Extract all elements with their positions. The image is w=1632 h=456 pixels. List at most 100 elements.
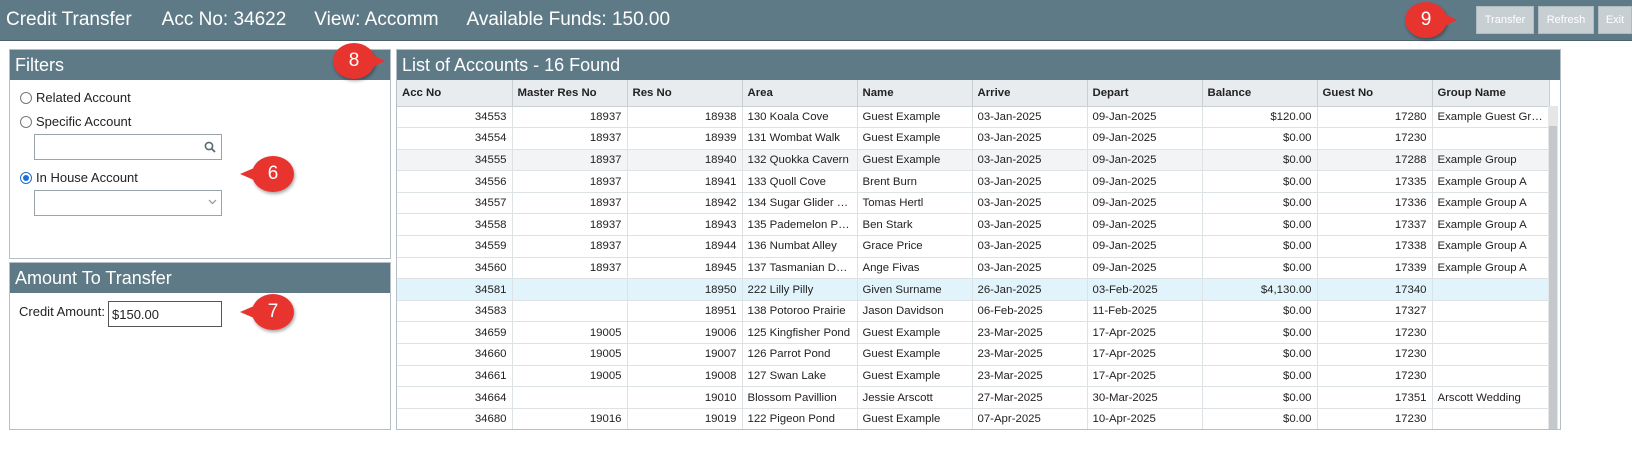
table-cell: 17335: [1317, 170, 1433, 193]
column-header[interactable]: Depart: [1087, 80, 1203, 107]
column-header[interactable]: Balance: [1202, 80, 1318, 107]
table-cell: 18950: [627, 278, 743, 301]
transfer-button[interactable]: Transfer: [1476, 6, 1534, 34]
column-header[interactable]: Area: [742, 80, 858, 107]
table-cell: Guest Example: [857, 365, 973, 388]
callout-number: 7: [267, 301, 279, 322]
callout-6: 6: [240, 156, 294, 192]
table-row[interactable]: 34680 19016 19019 122 Pigeon Pond Guest Exam…: [397, 408, 1550, 429]
table-row[interactable]: 34660 19005 19007 126 Parrot Pond Guest Exam…: [397, 343, 1550, 366]
callout-number: 8: [348, 50, 360, 71]
refresh-button[interactable]: Refresh: [1538, 6, 1594, 34]
table-cell: 133 Quoll Cove: [742, 170, 858, 193]
table-cell: 17-Apr-2025: [1087, 365, 1203, 388]
table-cell: 09-Jan-2025: [1087, 170, 1203, 193]
radio-button[interactable]: [20, 91, 32, 104]
search-icon[interactable]: [204, 141, 216, 153]
table-cell: 17340: [1317, 278, 1433, 301]
in-house-account-select[interactable]: [34, 190, 222, 216]
table-cell: 19008: [627, 365, 743, 388]
column-header[interactable]: Group Name: [1432, 80, 1550, 107]
table-cell: 125 Kingfisher Pond: [742, 321, 858, 345]
column-header[interactable]: Guest No: [1317, 80, 1433, 107]
callout-7: 7: [240, 294, 294, 330]
table-cell: 17230: [1317, 127, 1433, 150]
table-cell: 03-Jan-2025: [972, 213, 1088, 237]
table-cell: [1432, 408, 1550, 429]
table-row[interactable]: 34581 18950 222 Lilly Pilly Given Surname 26…: [397, 278, 1550, 301]
table-cell: 18937: [512, 127, 628, 150]
table-row[interactable]: 34558 18937 18943 135 Pademelon Post Ben Sta…: [397, 213, 1550, 237]
view-label: View: Accomm: [314, 9, 439, 30]
radio-button-selected[interactable]: [20, 171, 32, 184]
callout-number: 9: [1420, 9, 1432, 30]
table-cell: [1432, 127, 1550, 150]
table-cell: 34557: [397, 192, 513, 215]
table-cell: 03-Jan-2025: [972, 106, 1088, 129]
table-cell: [1432, 343, 1550, 366]
vertical-scrollbar[interactable]: [1548, 106, 1558, 429]
table-cell: [1432, 321, 1550, 345]
table-cell: 135 Pademelon Post: [742, 213, 858, 237]
table-row[interactable]: 34659 19005 19006 125 Kingfisher Pond Guest …: [397, 321, 1550, 345]
table-cell: 18937: [512, 257, 628, 280]
table-cell: Arscott Wedding: [1432, 386, 1550, 409]
table-cell: 17230: [1317, 365, 1433, 388]
table-row[interactable]: 34554 18937 18939 131 Wombat Walk Guest Exam…: [397, 127, 1550, 150]
table-row[interactable]: 34661 19005 19008 127 Swan Lake Guest Exampl…: [397, 365, 1550, 388]
table-row[interactable]: 34664 19010 Blossom Pavillion Jessie Arscot…: [397, 386, 1550, 409]
table-row[interactable]: 34555 18937 18940 132 Quokka Cavern Guest Ex…: [397, 149, 1550, 172]
exit-button[interactable]: Exit: [1598, 6, 1632, 34]
table-cell: 19005: [512, 343, 628, 366]
table-cell: 03-Jan-2025: [972, 257, 1088, 280]
table-cell: Brent Burn: [857, 170, 973, 193]
table-cell: 18939: [627, 127, 743, 150]
table-cell: 222 Lilly Pilly: [742, 278, 858, 301]
table-cell: 07-Apr-2025: [972, 408, 1088, 429]
table-cell: 34553: [397, 106, 513, 129]
table-row[interactable]: 34557 18937 18942 134 Sugar Glider Str... To…: [397, 192, 1550, 215]
table-cell: 34660: [397, 343, 513, 366]
table-cell: [512, 278, 628, 301]
table-cell: 17337: [1317, 213, 1433, 237]
table-cell: 34659: [397, 321, 513, 345]
table-row[interactable]: 34553 18937 18938 130 Koala Cove Guest Examp…: [397, 106, 1550, 129]
column-header[interactable]: Arrive: [972, 80, 1088, 107]
radio-button[interactable]: [20, 115, 32, 128]
table-cell: 06-Feb-2025: [972, 300, 1088, 323]
column-header[interactable]: Res No: [627, 80, 743, 107]
table-cell: 23-Mar-2025: [972, 321, 1088, 345]
account-number: Acc No: 34622: [161, 9, 287, 30]
accounts-panel: List of Accounts - 16 Found Acc No Master…: [396, 49, 1561, 430]
accounts-header: List of Accounts - 16 Found: [397, 50, 1560, 80]
callout-pointer: [373, 55, 385, 67]
table-cell: 30-Mar-2025: [1087, 386, 1203, 409]
scrollbar-thumb[interactable]: [1549, 126, 1557, 429]
table-row[interactable]: 34560 18937 18945 137 Tasmanian Devi... Ange…: [397, 257, 1550, 280]
table-row[interactable]: 34559 18937 18944 136 Numbat Alley Grace Pri…: [397, 235, 1550, 258]
table-cell: 34560: [397, 257, 513, 280]
table-row[interactable]: 34556 18937 18941 133 Quoll Cove Brent Burn 0…: [397, 170, 1550, 193]
related-account-option[interactable]: Related Account: [20, 90, 131, 105]
table-cell: $0.00: [1202, 343, 1318, 366]
table-cell: Example Group A: [1432, 213, 1550, 237]
column-header[interactable]: Master Res No: [512, 80, 628, 107]
table-row[interactable]: 34583 18951 138 Potoroo Prairie Jason David…: [397, 300, 1550, 323]
table-cell: Jason Davidson: [857, 300, 973, 323]
table-cell: $0.00: [1202, 321, 1318, 345]
table-cell: 18940: [627, 149, 743, 172]
column-header[interactable]: Name: [857, 80, 973, 107]
chevron-down-icon: [208, 199, 217, 205]
table-cell: 17-Apr-2025: [1087, 321, 1203, 345]
credit-amount-input[interactable]: $150.00: [108, 301, 222, 327]
column-header[interactable]: Acc No: [397, 80, 513, 107]
specific-account-search-input[interactable]: [34, 134, 222, 160]
table-cell: Guest Example: [857, 127, 973, 150]
table-cell: $0.00: [1202, 149, 1318, 172]
table-cell: $0.00: [1202, 170, 1318, 193]
callout-8: 8: [333, 43, 385, 79]
table-cell: 03-Jan-2025: [972, 149, 1088, 172]
in-house-account-option[interactable]: In House Account: [20, 170, 138, 185]
table-cell: 03-Feb-2025: [1087, 278, 1203, 301]
specific-account-option[interactable]: Specific Account: [20, 114, 131, 129]
